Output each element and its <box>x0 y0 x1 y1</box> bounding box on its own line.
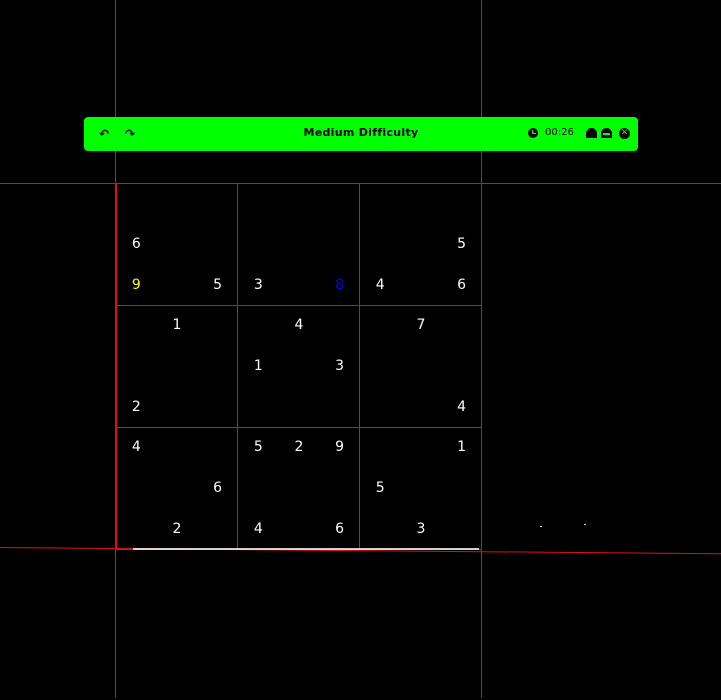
sudoku-cell-r9c8[interactable]: 3 <box>401 508 442 549</box>
sudoku-cell-r7c9[interactable]: 1 <box>441 427 482 468</box>
sudoku-cell-r5c2[interactable] <box>157 346 198 387</box>
box-divider-vertical-1 <box>237 183 238 550</box>
sudoku-cell-r3c6[interactable]: 8 <box>319 264 360 305</box>
sudoku-cell-r3c9[interactable]: 6 <box>441 264 482 305</box>
sudoku-cell-r8c3[interactable]: 6 <box>197 468 238 509</box>
sudoku-cell-r4c5[interactable]: 4 <box>279 305 320 346</box>
sudoku-cell-r4c9[interactable] <box>441 305 482 346</box>
board-border-top <box>116 183 482 184</box>
sudoku-cell-r3c7[interactable]: 4 <box>360 264 401 305</box>
sudoku-cell-r7c2[interactable] <box>157 427 198 468</box>
sudoku-cell-r8c8[interactable] <box>401 468 442 509</box>
sudoku-cell-r4c8[interactable]: 7 <box>401 305 442 346</box>
sudoku-cell-r1c5[interactable] <box>279 183 320 224</box>
sudoku-cell-r6c7[interactable] <box>360 386 401 427</box>
sudoku-cell-r9c6[interactable]: 6 <box>319 508 360 549</box>
board-bottom-strip <box>133 548 479 550</box>
sudoku-cell-r7c8[interactable] <box>401 427 442 468</box>
sudoku-cell-r1c7[interactable] <box>360 183 401 224</box>
close-icon[interactable]: ✕ <box>619 128 630 139</box>
sudoku-cell-r5c4[interactable]: 1 <box>238 346 279 387</box>
stray-specks <box>540 524 590 528</box>
header-bar: ↶ ↷ Medium Difficulty 00:26 ✕ <box>84 117 638 151</box>
sudoku-board: 65953846147132445291652463 <box>116 183 482 549</box>
sudoku-cell-r6c4[interactable] <box>238 386 279 427</box>
board-border-right <box>481 183 482 550</box>
sudoku-cell-r4c3[interactable] <box>197 305 238 346</box>
sudoku-cell-r9c4[interactable]: 4 <box>238 508 279 549</box>
sudoku-cell-r6c3[interactable] <box>197 386 238 427</box>
sudoku-cell-r6c6[interactable] <box>319 386 360 427</box>
sudoku-cell-r8c5[interactable] <box>279 468 320 509</box>
sudoku-cell-r6c9[interactable]: 4 <box>441 386 482 427</box>
sudoku-cell-r6c5[interactable] <box>279 386 320 427</box>
sudoku-cell-r2c8[interactable] <box>401 224 442 265</box>
sudoku-cell-r2c6[interactable] <box>319 224 360 265</box>
sudoku-cell-r2c7[interactable] <box>360 224 401 265</box>
sudoku-cell-r3c4[interactable]: 3 <box>238 264 279 305</box>
sudoku-cell-r9c1[interactable] <box>116 508 157 549</box>
sudoku-cell-r2c1[interactable]: 6 <box>116 224 157 265</box>
clock-icon <box>528 128 538 138</box>
sudoku-cell-r8c6[interactable] <box>319 468 360 509</box>
sudoku-cell-r8c9[interactable] <box>441 468 482 509</box>
sudoku-cell-r4c7[interactable] <box>360 305 401 346</box>
sudoku-cell-r5c1[interactable] <box>116 346 157 387</box>
sudoku-cell-r7c5[interactable]: 2 <box>279 427 320 468</box>
sudoku-cell-r8c2[interactable] <box>157 468 198 509</box>
sudoku-cell-r1c2[interactable] <box>157 183 198 224</box>
sudoku-cell-r9c7[interactable] <box>360 508 401 549</box>
sudoku-cell-r4c2[interactable]: 1 <box>157 305 198 346</box>
box-divider-vertical-2 <box>359 183 360 550</box>
box-divider-horizontal-1 <box>116 305 482 306</box>
sudoku-cell-r9c2[interactable]: 2 <box>157 508 198 549</box>
settings-icon[interactable] <box>601 128 612 138</box>
sudoku-cell-r7c4[interactable]: 5 <box>238 427 279 468</box>
sudoku-cell-r3c3[interactable]: 5 <box>197 264 238 305</box>
sudoku-cell-r4c6[interactable] <box>319 305 360 346</box>
sudoku-cell-r1c8[interactable] <box>401 183 442 224</box>
sudoku-cell-r9c9[interactable] <box>441 508 482 549</box>
sudoku-cell-r8c1[interactable] <box>116 468 157 509</box>
sudoku-cell-r5c7[interactable] <box>360 346 401 387</box>
sudoku-cell-r3c2[interactable] <box>157 264 198 305</box>
board-border-left <box>116 183 117 550</box>
sudoku-cell-r7c3[interactable] <box>197 427 238 468</box>
sudoku-cell-r8c4[interactable] <box>238 468 279 509</box>
sudoku-cell-r1c4[interactable] <box>238 183 279 224</box>
sudoku-cell-r2c9[interactable]: 5 <box>441 224 482 265</box>
sudoku-cell-r2c5[interactable] <box>279 224 320 265</box>
sudoku-cell-r7c7[interactable] <box>360 427 401 468</box>
sudoku-cell-r5c9[interactable] <box>441 346 482 387</box>
sudoku-cell-r1c3[interactable] <box>197 183 238 224</box>
sudoku-cell-r1c1[interactable] <box>116 183 157 224</box>
pause-icon[interactable] <box>586 128 597 138</box>
sudoku-cell-r1c6[interactable] <box>319 183 360 224</box>
sudoku-cell-r5c8[interactable] <box>401 346 442 387</box>
sudoku-cell-r7c6[interactable]: 9 <box>319 427 360 468</box>
sudoku-cell-r3c1[interactable]: 9 <box>116 264 157 305</box>
sudoku-cell-r4c1[interactable] <box>116 305 157 346</box>
sudoku-cell-r2c4[interactable] <box>238 224 279 265</box>
sudoku-cell-r2c3[interactable] <box>197 224 238 265</box>
sudoku-cell-r6c8[interactable] <box>401 386 442 427</box>
sudoku-cell-r9c5[interactable] <box>279 508 320 549</box>
game-window: ↶ ↷ Medium Difficulty 00:26 ✕ 6595384614… <box>0 0 721 700</box>
sudoku-cell-r5c6[interactable]: 3 <box>319 346 360 387</box>
sudoku-cell-r9c3[interactable] <box>197 508 238 549</box>
sudoku-cell-r5c5[interactable] <box>279 346 320 387</box>
sudoku-cell-r1c9[interactable] <box>441 183 482 224</box>
sudoku-cell-r2c2[interactable] <box>157 224 198 265</box>
sudoku-cell-r3c5[interactable] <box>279 264 320 305</box>
sudoku-cell-r6c2[interactable] <box>157 386 198 427</box>
sudoku-cell-r7c1[interactable]: 4 <box>116 427 157 468</box>
sudoku-cell-r8c7[interactable]: 5 <box>360 468 401 509</box>
sudoku-cell-r3c8[interactable] <box>401 264 442 305</box>
box-divider-horizontal-2 <box>116 427 482 428</box>
timer-readout: 00:26 <box>545 127 574 138</box>
sudoku-cell-r6c1[interactable]: 2 <box>116 386 157 427</box>
sudoku-cell-r5c3[interactable] <box>197 346 238 387</box>
sudoku-cell-r4c4[interactable] <box>238 305 279 346</box>
